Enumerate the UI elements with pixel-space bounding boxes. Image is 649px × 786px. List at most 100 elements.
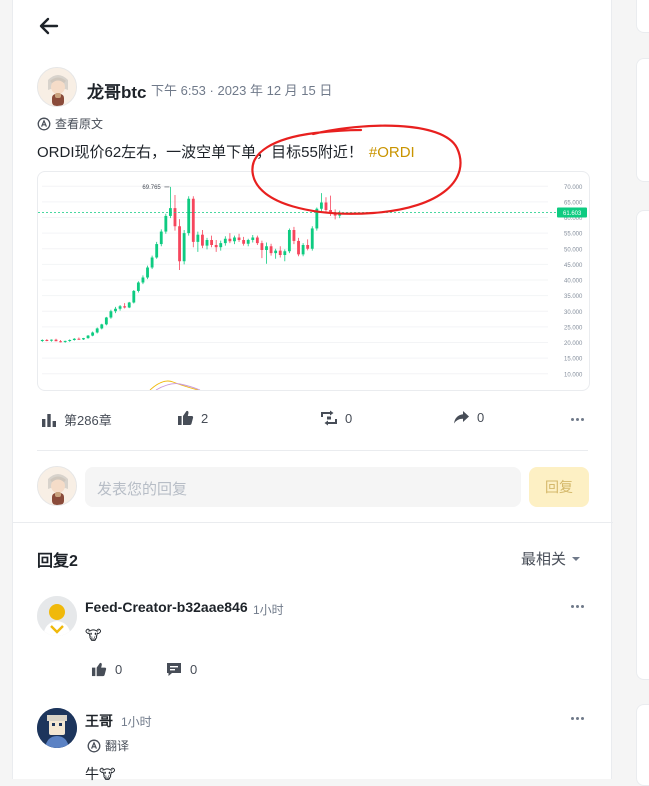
candle-body — [306, 245, 310, 249]
candle-body — [228, 238, 232, 242]
reply-body: 🐮 — [85, 627, 102, 643]
sort-dropdown[interactable]: 最相关 — [521, 548, 581, 569]
candle-body — [260, 243, 264, 250]
reply-like-button[interactable]: 0 — [91, 662, 122, 677]
reply-comment-button[interactable]: 0 — [166, 662, 197, 677]
reply-like-count: 0 — [115, 662, 123, 677]
views-stat[interactable]: 第286章 — [41, 410, 112, 429]
section-divider — [37, 450, 588, 451]
more-options-icon[interactable] — [571, 717, 587, 723]
side-panel — [636, 0, 649, 33]
author-name[interactable]: 龙哥btc — [87, 78, 147, 103]
candle-body — [187, 198, 191, 234]
candle-body — [40, 340, 44, 341]
author-avatar[interactable] — [37, 67, 77, 107]
repost-button[interactable]: 0 — [320, 410, 352, 426]
thumbs-up-icon — [91, 662, 107, 677]
view-original-link[interactable]: 查看原文 — [37, 115, 103, 132]
sort-label: 最相关 — [521, 551, 567, 568]
candle-body — [132, 290, 136, 303]
translate-icon — [87, 739, 101, 752]
like-button[interactable]: 2 — [177, 410, 208, 426]
y-tick-label: 55.000 — [564, 232, 583, 238]
candle-body — [214, 245, 218, 248]
y-tick-label: 70.000 — [564, 185, 583, 191]
reply-avatar[interactable] — [37, 708, 77, 748]
candle-body — [136, 282, 140, 291]
translate-icon — [37, 117, 51, 130]
translate-link[interactable]: 翻译 — [87, 737, 129, 754]
candle-body — [104, 317, 108, 325]
share-button[interactable]: 0 — [453, 410, 484, 425]
more-options-icon[interactable] — [571, 418, 587, 424]
candle-body — [223, 238, 227, 244]
candle-body — [178, 226, 181, 262]
candle-body — [297, 240, 300, 255]
candle-body — [191, 198, 195, 242]
y-tick-label: 45.000 — [564, 263, 583, 269]
candle-body — [127, 302, 131, 308]
candle-body — [265, 246, 268, 250]
user-avatar — [37, 466, 77, 506]
candle-body — [210, 240, 214, 245]
candle-body — [173, 208, 177, 227]
high-marker-label: 69.765 — [142, 185, 161, 191]
candle-body — [109, 311, 113, 318]
candle-body — [182, 233, 186, 262]
current-price-label: 61.603 — [563, 211, 582, 217]
caret-down-icon — [572, 556, 581, 561]
candle-body — [310, 228, 314, 249]
candle-body — [72, 338, 76, 340]
reply-body: 牛🐮 — [85, 766, 116, 782]
reply-submit-button[interactable]: 回复 — [529, 467, 589, 507]
thumbs-up-icon — [178, 410, 194, 425]
candle-body — [205, 240, 209, 246]
arrow-left-icon — [39, 17, 59, 35]
candle-body — [54, 339, 58, 342]
post-actions: 第286章 2 0 0 — [37, 410, 588, 430]
y-tick-label: 15.000 — [564, 357, 583, 363]
y-tick-label: 10.000 — [564, 372, 583, 378]
back-button[interactable] — [37, 14, 61, 38]
candle-body — [63, 340, 67, 342]
share-arrow-icon — [454, 411, 469, 424]
repost-count: 0 — [345, 410, 353, 426]
candle-body — [219, 243, 223, 248]
candle-body — [242, 240, 246, 244]
candle-body — [146, 267, 149, 278]
candle-body — [100, 324, 104, 329]
candle-body — [50, 339, 53, 341]
candle-body — [77, 338, 81, 340]
reply-author-name[interactable]: 王哥 — [85, 711, 113, 731]
reply-avatar[interactable] — [37, 596, 77, 636]
candle-body — [86, 335, 90, 339]
candle-body — [237, 237, 241, 240]
annotation-circle — [251, 124, 462, 215]
candle-body — [274, 250, 278, 254]
side-panel — [636, 58, 649, 182]
replies-count-title: 回复2 — [37, 553, 78, 570]
candle-body — [269, 246, 273, 254]
candle-body — [141, 277, 145, 283]
candle-body — [164, 215, 168, 232]
y-tick-label: 20.000 — [564, 341, 583, 347]
reply-author-name[interactable]: Feed-Creator-b32aae846 — [85, 599, 248, 615]
repost-icon — [321, 410, 337, 426]
candle-body — [292, 230, 296, 241]
translate-label: 翻译 — [105, 739, 130, 753]
candle-body — [233, 237, 236, 242]
candle-body — [255, 237, 259, 244]
y-tick-label: 35.000 — [564, 294, 583, 300]
candle-body — [45, 340, 49, 341]
candle-body — [246, 240, 250, 244]
section-divider — [13, 522, 613, 523]
candle-body — [150, 257, 154, 268]
reply-input[interactable]: 发表您的回复 — [85, 467, 521, 507]
more-options-icon[interactable] — [571, 605, 587, 611]
candle-body — [287, 230, 291, 252]
candle-body — [159, 231, 163, 245]
side-panel — [636, 704, 649, 786]
y-tick-label: 40.000 — [564, 279, 583, 285]
candle-body — [91, 332, 95, 336]
candle-body — [283, 251, 287, 255]
